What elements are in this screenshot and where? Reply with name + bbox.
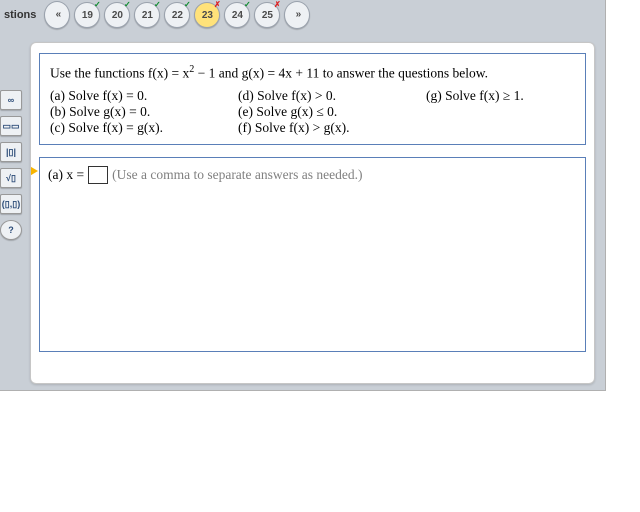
answer-block: (a) x = (Use a comma to separate answers… — [39, 157, 586, 352]
fraction-tool[interactable]: ▭▭ — [0, 116, 22, 136]
question-panel: Use the functions f(x) = x2 − 1 and g(x)… — [30, 42, 595, 384]
question-20-button[interactable]: 20✓ — [104, 2, 130, 28]
part-d: (d) Solve f(x) > 0. — [238, 88, 408, 104]
part-e: (e) Solve g(x) ≤ 0. — [238, 104, 408, 120]
question-nav: 19✓20✓21✓22✓23✗24✓25✗ — [72, 2, 282, 28]
check-icon: ✓ — [122, 0, 132, 10]
help-tool[interactable]: ? — [0, 220, 22, 240]
answer-hint: (Use a comma to separate answers as need… — [112, 167, 362, 183]
interval-tool[interactable]: (▯,▯) — [0, 194, 22, 214]
infinity-tool[interactable]: ∞ — [0, 90, 22, 110]
question-21-button[interactable]: 21✓ — [134, 2, 160, 28]
part-f: (f) Solve f(x) > g(x). — [238, 120, 408, 136]
question-23-button[interactable]: 23✗ — [194, 2, 220, 28]
question-19-button[interactable]: 19✓ — [74, 2, 100, 28]
part-c: (c) Solve f(x) = g(x). — [50, 120, 220, 136]
part-b: (b) Solve g(x) = 0. — [50, 104, 220, 120]
check-icon: ✓ — [152, 0, 162, 10]
part-a: (a) Solve f(x) = 0. — [50, 88, 220, 104]
question-22-button[interactable]: 22✓ — [164, 2, 190, 28]
check-icon: ✓ — [92, 0, 102, 10]
part-g: (g) Solve f(x) ≥ 1. — [426, 88, 524, 104]
tool-belt: ∞ ▭▭ |▯| √▯ (▯,▯) ? — [0, 90, 30, 240]
question-24-button[interactable]: 24✓ — [224, 2, 250, 28]
questions-label: stions — [4, 9, 36, 21]
next-button[interactable]: » — [284, 1, 310, 29]
answer-label: (a) x = — [48, 167, 84, 183]
current-part-arrow-icon — [30, 164, 38, 178]
question-25-button[interactable]: 25✗ — [254, 2, 280, 28]
question-block: Use the functions f(x) = x2 − 1 and g(x)… — [39, 53, 586, 145]
intro-text-2: − 1 and g(x) = 4x + 11 to answer the que… — [194, 66, 488, 81]
absolute-tool[interactable]: |▯| — [0, 142, 22, 162]
intro-text-1: Use the functions f(x) = x — [50, 66, 189, 81]
cross-icon: ✗ — [212, 0, 222, 10]
check-icon: ✓ — [242, 0, 252, 10]
sqrt-tool[interactable]: √▯ — [0, 168, 22, 188]
check-icon: ✓ — [182, 0, 192, 10]
answer-input[interactable] — [88, 166, 108, 184]
cross-icon: ✗ — [272, 0, 282, 10]
prev-button[interactable]: « — [44, 1, 70, 29]
question-intro: Use the functions f(x) = x2 − 1 and g(x)… — [50, 64, 575, 82]
